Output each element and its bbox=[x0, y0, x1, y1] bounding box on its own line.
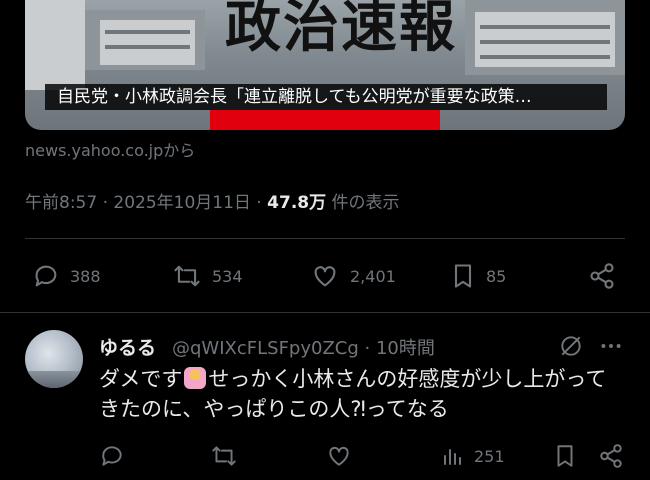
reply-text: ダメです せっかく小林さんの好感度が少し上がってきたのに、やっぱりこの人⁈ってなる bbox=[99, 364, 619, 424]
bookmark-count: 85 bbox=[486, 266, 507, 286]
share-button[interactable] bbox=[588, 262, 616, 290]
heart-icon bbox=[314, 266, 336, 287]
tweet-meta: 午前8:57 · 2025年10月11日 · 47.8万 件の表示 bbox=[25, 188, 400, 213]
person-gesturing-no-emoji bbox=[184, 367, 207, 389]
more-dots-icon bbox=[601, 344, 621, 348]
reply-handle[interactable]: @qWIXcFLSFpy0ZCg · 10時間 bbox=[172, 334, 435, 360]
share-button[interactable] bbox=[598, 443, 624, 469]
card-source[interactable]: news.yahoo.co.jpから bbox=[25, 137, 195, 161]
repost-count: 534 bbox=[212, 266, 243, 286]
view-count: 47.8万 bbox=[267, 193, 327, 213]
divider bbox=[25, 238, 625, 239]
grok-button[interactable] bbox=[558, 333, 584, 363]
building-image bbox=[25, 0, 85, 90]
divider bbox=[0, 312, 650, 313]
share-icon bbox=[600, 444, 622, 468]
bookmark-icon bbox=[557, 445, 573, 467]
views-button[interactable]: 251 bbox=[440, 443, 505, 469]
view-suffix: 件の表示 bbox=[331, 193, 400, 213]
grok-slash-icon bbox=[561, 336, 581, 356]
speech-bubble-icon bbox=[35, 265, 57, 287]
bookmark-icon bbox=[454, 264, 472, 288]
caption-accent-bar bbox=[210, 110, 440, 130]
card-image-headline: 政治速報 bbox=[225, 0, 457, 60]
repost-button[interactable] bbox=[210, 443, 238, 469]
building-image bbox=[100, 20, 195, 65]
avatar[interactable] bbox=[25, 330, 83, 388]
share-icon bbox=[590, 263, 614, 289]
like-button[interactable]: 2,401 bbox=[310, 262, 396, 290]
heart-icon bbox=[329, 446, 349, 466]
reply-count: 388 bbox=[70, 266, 101, 286]
repost-arrows-icon bbox=[174, 265, 200, 287]
link-card[interactable]: 政治速報 自民党・小林政調会長「連立離脱しても公明党が重要な政策… bbox=[25, 0, 625, 130]
bar-chart-icon bbox=[444, 449, 461, 465]
card-caption: 自民党・小林政調会長「連立離脱しても公明党が重要な政策… bbox=[45, 84, 607, 110]
more-button[interactable] bbox=[598, 333, 624, 363]
reply-button[interactable]: 388 bbox=[32, 262, 101, 290]
meta-separator: · bbox=[102, 193, 108, 213]
meta-separator: · bbox=[256, 193, 262, 213]
repost-button[interactable]: 534 bbox=[172, 262, 243, 290]
tweet-date[interactable]: 2025年10月11日 bbox=[113, 193, 251, 213]
bookmark-button[interactable] bbox=[553, 443, 577, 469]
reply-button[interactable] bbox=[99, 443, 125, 469]
like-count: 2,401 bbox=[350, 266, 396, 286]
like-button[interactable] bbox=[325, 443, 353, 469]
views-count: 251 bbox=[474, 446, 505, 466]
bookmark-button[interactable]: 85 bbox=[450, 262, 506, 290]
reply-text-part: ダメです bbox=[99, 367, 183, 391]
repost-arrows-icon bbox=[212, 446, 236, 466]
speech-bubble-icon bbox=[102, 446, 122, 466]
tweet-time[interactable]: 午前8:57 bbox=[25, 193, 97, 213]
reply-author-name[interactable]: ゆるる bbox=[99, 333, 156, 360]
